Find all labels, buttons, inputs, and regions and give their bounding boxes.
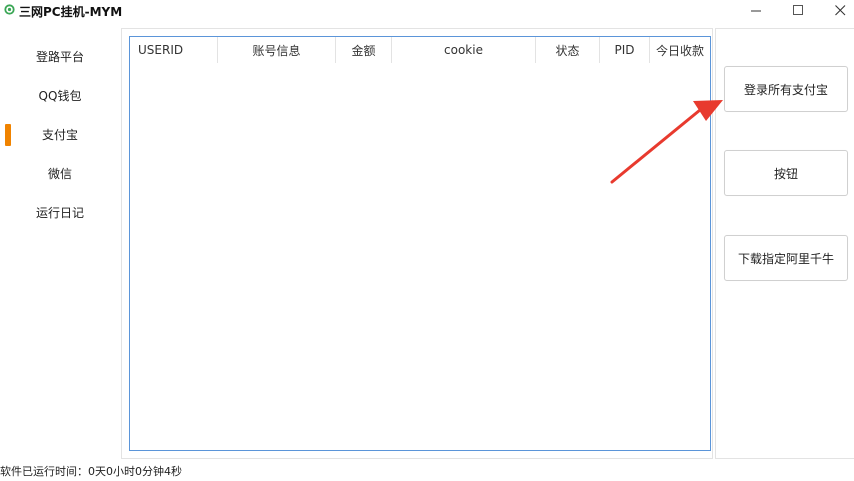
main-panel: USERID 账号信息 金额 cookie 状态 PID 今日收款 <box>121 28 713 459</box>
action-panel: 登录所有支付宝 按钮 下载指定阿里千牛 <box>715 28 854 459</box>
generic-button[interactable]: 按钮 <box>724 150 848 196</box>
login-all-alipay-button[interactable]: 登录所有支付宝 <box>724 66 848 112</box>
sidebar-item-label: 运行日记 <box>35 205 84 220</box>
table-header: USERID 账号信息 金额 cookie 状态 PID 今日收款 <box>130 37 710 63</box>
column-header-pid[interactable]: PID <box>600 37 650 63</box>
maximize-icon <box>792 4 804 16</box>
window-title: 三网PC挂机-MYM <box>19 5 123 19</box>
minimize-button[interactable] <box>738 0 774 20</box>
sidebar-nav: 登路平台 QQ钱包 支付宝 微信 运行日记 <box>0 35 120 455</box>
sidebar-item-wechat[interactable]: 微信 <box>0 158 120 188</box>
maximize-button[interactable] <box>780 0 816 20</box>
column-header-today-income[interactable]: 今日收款 <box>650 37 710 63</box>
minimize-icon <box>750 5 762 16</box>
column-header-account-info[interactable]: 账号信息 <box>218 37 336 63</box>
account-table[interactable]: USERID 账号信息 金额 cookie 状态 PID 今日收款 <box>129 36 711 451</box>
title-bar: 三网PC挂机-MYM <box>0 0 854 22</box>
sidebar-item-label: 微信 <box>47 166 72 181</box>
column-header-cookie[interactable]: cookie <box>392 37 536 63</box>
download-qianniu-button[interactable]: 下载指定阿里千牛 <box>724 235 848 281</box>
sidebar-item-label: QQ钱包 <box>38 88 82 103</box>
sidebar-item-run-log[interactable]: 运行日记 <box>0 197 120 227</box>
sidebar-item-login-platform[interactable]: 登路平台 <box>0 41 120 71</box>
app-window: 三网PC挂机-MYM 登路平台 QQ钱包 支付宝 微信 运行日记 USERID … <box>0 0 854 481</box>
sidebar-item-alipay[interactable]: 支付宝 <box>0 119 120 149</box>
runtime-status: 软件已运行时间：0天0小时0分钟4秒 <box>0 465 182 478</box>
column-header-status[interactable]: 状态 <box>536 37 600 63</box>
sidebar-item-label: 支付宝 <box>41 127 78 142</box>
sidebar-item-qq-wallet[interactable]: QQ钱包 <box>0 80 120 110</box>
column-header-amount[interactable]: 金额 <box>336 37 392 63</box>
close-button[interactable] <box>822 0 854 20</box>
column-header-userid[interactable]: USERID <box>130 37 218 63</box>
gear-icon <box>4 4 15 15</box>
close-icon <box>834 4 846 16</box>
sidebar-item-label: 登路平台 <box>35 49 84 64</box>
active-indicator <box>5 124 11 146</box>
